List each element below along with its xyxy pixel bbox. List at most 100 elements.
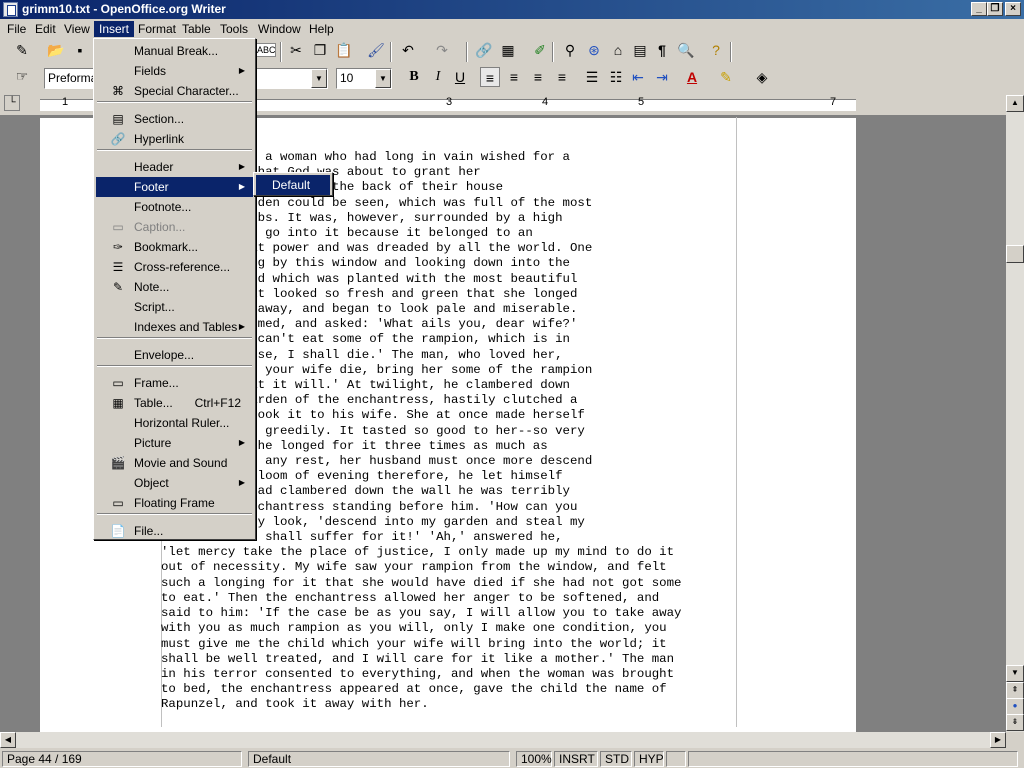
gallery-icon[interactable]: ⌂ — [608, 40, 628, 60]
maximize-button[interactable]: ❐ — [987, 2, 1003, 16]
font-color-icon[interactable]: A — [682, 67, 702, 87]
menu-tools[interactable]: Tools — [215, 21, 253, 37]
align-right-icon[interactable]: ≡ — [528, 67, 548, 87]
insert-menu-item-floating-frame[interactable]: ▭ Floating Frame — [96, 493, 253, 513]
show-draw-functions-icon[interactable]: ✐ — [530, 40, 550, 60]
hyperlink-dialog-icon[interactable]: 🔗 — [474, 40, 494, 60]
insert-menu-item-horizontal-ruler[interactable]: Horizontal Ruler... — [96, 413, 253, 433]
insert-table-icon[interactable]: ▦ — [498, 40, 518, 60]
scroll-left-icon[interactable]: ◀ — [0, 732, 16, 748]
bookmark-icon: ✑ — [112, 240, 124, 254]
font-size-combo[interactable]: 10 ▼ — [336, 68, 392, 89]
insert-menu-item-special-character[interactable]: ⌘ Special Character... — [96, 81, 253, 101]
font-name-combo[interactable]: ▼ — [256, 68, 328, 89]
menu-format[interactable]: Format — [133, 21, 181, 37]
insert-menu-item-script[interactable]: Script... — [96, 297, 253, 317]
copy-icon[interactable]: ❐ — [310, 40, 330, 60]
next-page-icon[interactable]: ⇟ — [1006, 714, 1024, 731]
insert-menu-item-envelope[interactable]: Envelope... — [96, 345, 253, 365]
submenu-arrow-icon: ▶ — [238, 162, 245, 171]
insert-menu-item-bookmark[interactable]: ✑ Bookmark... — [96, 237, 253, 257]
menu-file[interactable]: File — [2, 21, 31, 37]
insert-menu-item-manual-break[interactable]: Manual Break... — [96, 41, 253, 61]
movie-icon: 🎬 — [110, 456, 126, 470]
styles-formatting-icon[interactable]: ☞ — [12, 66, 32, 86]
page-style-indicator[interactable]: Default — [248, 751, 510, 767]
chevron-down-icon[interactable]: ▼ — [375, 69, 391, 88]
background-color-icon[interactable]: ◈ — [752, 67, 772, 87]
decrease-indent-icon[interactable]: ⇤ — [628, 67, 648, 87]
nonprinting-characters-icon[interactable]: ¶ — [652, 40, 672, 60]
menu-window[interactable]: Window — [253, 21, 306, 37]
navigator-icon[interactable]: ⊛ — [584, 40, 604, 60]
justify-icon[interactable]: ≡ — [552, 67, 572, 87]
insert-menu-item-cross-reference[interactable]: ☰ Cross-reference... — [96, 257, 253, 277]
scroll-thumb[interactable] — [1006, 245, 1024, 263]
scroll-right-icon[interactable]: ▶ — [990, 732, 1006, 748]
close-button[interactable]: × — [1005, 2, 1021, 16]
numbering-icon[interactable]: ☰ — [582, 67, 602, 87]
align-center-icon[interactable]: ≡ — [504, 67, 524, 87]
redo-icon[interactable]: ↷ — [432, 40, 452, 60]
insert-menu-item-frame[interactable]: ▭ Frame... — [96, 373, 253, 393]
insert-menu-item-file[interactable]: 📄 File... — [96, 521, 253, 541]
insert-menu-item-movie-and-sound[interactable]: 🎬 Movie and Sound — [96, 453, 253, 473]
paragraph-style-combo[interactable]: Preformat — [44, 68, 101, 89]
vertical-scrollbar[interactable]: ▲ ▼ ⇞ ● ⇟ — [1006, 95, 1024, 732]
tab-stop-icon[interactable]: └ — [4, 95, 20, 111]
underline-icon[interactable]: U — [450, 67, 470, 87]
insert-menu-item-section[interactable]: ▤ Section... — [96, 109, 253, 129]
zoom-indicator[interactable]: 100% — [516, 751, 552, 767]
insert-menu-item-note[interactable]: ✎ Note... — [96, 277, 253, 297]
data-sources-icon[interactable]: ▤ — [630, 40, 650, 60]
previous-page-icon[interactable]: ⇞ — [1006, 682, 1024, 699]
italic-icon[interactable]: I — [428, 67, 448, 87]
navigation-icon[interactable]: ● — [1006, 698, 1024, 715]
save-icon[interactable]: ▪ — [70, 40, 90, 60]
bold-icon[interactable]: B — [404, 67, 424, 87]
insert-menu-item-hyperlink[interactable]: 🔗 Hyperlink — [96, 129, 253, 149]
insert-mode-indicator[interactable]: INSRT — [554, 751, 598, 767]
menu-table[interactable]: Table — [177, 21, 216, 37]
hyperlink-mode-indicator[interactable]: HYP — [634, 751, 664, 767]
menu-view[interactable]: View — [59, 21, 95, 37]
insert-menu-item-fields[interactable]: Fields ▶ — [96, 61, 253, 81]
paste-icon[interactable]: 📋 — [334, 40, 354, 60]
text-line: in his terror consented to everything, a… — [161, 666, 675, 681]
insert-menu-item-indexes-and-tables[interactable]: Indexes and Tables ▶ — [96, 317, 253, 337]
floating-frame-icon: ▭ — [112, 496, 124, 510]
help-icon[interactable]: ? — [706, 40, 726, 60]
open-icon[interactable]: 📂 — [46, 40, 66, 60]
align-left-icon[interactable]: ≡ — [480, 67, 500, 87]
selection-mode-indicator[interactable]: STD — [600, 751, 632, 767]
page-indicator[interactable]: Page 44 / 169 — [2, 751, 242, 767]
text-line: out of necessity. My wife saw your rampi… — [161, 560, 667, 575]
cut-icon[interactable]: ✂ — [286, 40, 306, 60]
format-paintbrush-icon[interactable]: 🖌 — [366, 40, 386, 60]
insert-menu-item-footnote[interactable]: Footnote... — [96, 197, 253, 217]
insert-menu-item-footer[interactable]: Footer ▶ — [96, 177, 253, 197]
highlighting-icon[interactable]: ✎ — [716, 67, 736, 87]
menu-help[interactable]: Help — [304, 21, 339, 37]
menu-insert[interactable]: Insert — [94, 21, 135, 37]
find-replace-icon[interactable]: ⚲ — [560, 40, 580, 60]
menu-edit[interactable]: Edit — [30, 21, 61, 37]
scroll-up-icon[interactable]: ▲ — [1006, 95, 1024, 112]
insert-menu-item-object[interactable]: Object ▶ — [96, 473, 253, 493]
bullets-icon[interactable]: ☷ — [606, 67, 626, 87]
autospellcheck-icon[interactable]: ABC — [256, 43, 276, 57]
footer-default-item[interactable]: Default — [256, 175, 330, 195]
scroll-down-icon[interactable]: ▼ — [1006, 665, 1024, 682]
increase-indent-icon[interactable]: ⇥ — [652, 67, 672, 87]
horizontal-scrollbar[interactable]: ◀ ▶ — [0, 732, 1006, 748]
hyperlink-icon: 🔗 — [110, 132, 126, 146]
writer-app-icon[interactable] — [3, 2, 18, 17]
insert-menu-item-picture[interactable]: Picture ▶ — [96, 433, 253, 453]
insert-menu-item-header[interactable]: Header ▶ — [96, 157, 253, 177]
undo-icon[interactable]: ↶ — [398, 40, 418, 60]
insert-menu-item-table[interactable]: ▦ Table... Ctrl+F12 — [96, 393, 253, 413]
load-url-icon[interactable]: ✎ — [12, 40, 32, 60]
zoom-icon[interactable]: 🔍 — [676, 40, 696, 60]
chevron-down-icon[interactable]: ▼ — [311, 69, 327, 88]
minimize-button[interactable]: _ — [971, 2, 987, 16]
